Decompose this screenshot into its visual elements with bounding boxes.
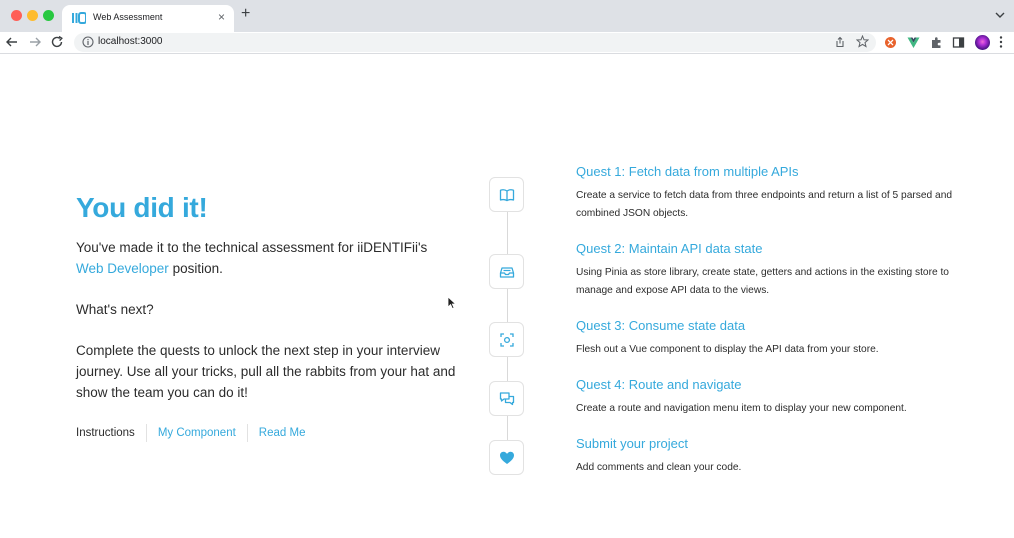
quest-title[interactable]: Quest 3: Consume state data xyxy=(576,318,966,333)
web-developer-link[interactable]: Web Developer xyxy=(76,261,169,276)
heart-icon xyxy=(499,451,514,464)
new-tab-button[interactable]: + xyxy=(241,6,250,22)
quest-4: Quest 4: Route and navigate Create a rou… xyxy=(576,377,966,418)
share-icon[interactable] xyxy=(834,36,846,48)
quest-5: Submit your project Add comments and cle… xyxy=(576,436,966,477)
instructions-text: Complete the quests to unlock the next s… xyxy=(76,343,456,400)
page-nav: Instructions My Component Read Me xyxy=(76,424,305,442)
info-icon[interactable] xyxy=(82,36,94,48)
nav-instructions-link[interactable]: Instructions xyxy=(76,427,135,439)
address-bar[interactable]: localhost:3000 xyxy=(74,33,876,52)
intro-text-start: You've made it to the technical assessme… xyxy=(76,240,428,255)
tab-close-icon[interactable]: × xyxy=(218,11,225,23)
focus-icon xyxy=(499,332,514,347)
browser-toolbar: localhost:3000 xyxy=(0,32,1014,54)
nav-read-me-link[interactable]: Read Me xyxy=(259,427,306,439)
chat-icon xyxy=(499,391,514,405)
extension-orange-icon[interactable] xyxy=(884,36,897,49)
book-icon xyxy=(499,188,514,201)
chevron-down-icon[interactable] xyxy=(994,9,1006,21)
quest-description: Add comments and clean your code. xyxy=(576,462,742,473)
vue-devtools-icon[interactable] xyxy=(907,36,920,49)
whats-next-text: What's next? xyxy=(76,302,154,317)
quest-description: Create a route and navigation menu item … xyxy=(576,403,907,414)
quest-description: Create a service to fetch data from thre… xyxy=(576,190,953,219)
maximize-window-button[interactable] xyxy=(43,10,54,21)
reload-icon[interactable] xyxy=(50,35,64,49)
quest-title[interactable]: Quest 4: Route and navigate xyxy=(576,377,966,392)
quest-title[interactable]: Quest 1: Fetch data from multiple APIs xyxy=(576,164,966,179)
extensions-puzzle-icon[interactable] xyxy=(930,36,943,49)
timeline-step-3 xyxy=(489,322,524,357)
nav-my-component-link[interactable]: My Component xyxy=(158,427,236,439)
page-title: You did it! xyxy=(76,192,208,223)
bookmark-star-icon[interactable] xyxy=(856,35,869,48)
timeline-step-4 xyxy=(489,381,524,416)
browser-tab[interactable]: Web Assessment × xyxy=(62,5,234,32)
quest-1: Quest 1: Fetch data from multiple APIs C… xyxy=(576,164,966,222)
quest-description: Using Pinia as store library, create sta… xyxy=(576,267,949,296)
timeline-step-2 xyxy=(489,254,524,289)
browser-tab-bar: Web Assessment × + xyxy=(0,0,1014,32)
timeline-step-5 xyxy=(489,440,524,475)
quest-title[interactable]: Quest 2: Maintain API data state xyxy=(576,241,966,256)
close-window-button[interactable] xyxy=(11,10,22,21)
site-favicon-icon xyxy=(72,12,86,24)
quest-2: Quest 2: Maintain API data state Using P… xyxy=(576,241,966,299)
quest-title[interactable]: Submit your project xyxy=(576,436,966,451)
intro-text-end: position. xyxy=(168,261,223,276)
minimize-window-button[interactable] xyxy=(27,10,38,21)
url-text[interactable]: localhost:3000 xyxy=(98,36,163,47)
intro-text: You've made it to the technical assessme… xyxy=(76,237,456,279)
quest-description: Flesh out a Vue component to display the… xyxy=(576,344,879,355)
nav-divider xyxy=(246,424,248,442)
mouse-cursor-icon xyxy=(447,296,457,310)
timeline-step-1 xyxy=(489,177,524,212)
tab-title: Web Assessment xyxy=(93,12,163,22)
profile-avatar[interactable] xyxy=(975,35,990,50)
back-arrow-icon[interactable] xyxy=(5,35,19,49)
nav-divider xyxy=(145,424,147,442)
forward-arrow-icon[interactable] xyxy=(28,35,42,49)
more-menu-icon[interactable] xyxy=(998,35,1004,49)
quest-3: Quest 3: Consume state data Flesh out a … xyxy=(576,318,966,359)
archive-icon xyxy=(499,266,514,278)
side-panel-icon[interactable] xyxy=(952,36,965,49)
